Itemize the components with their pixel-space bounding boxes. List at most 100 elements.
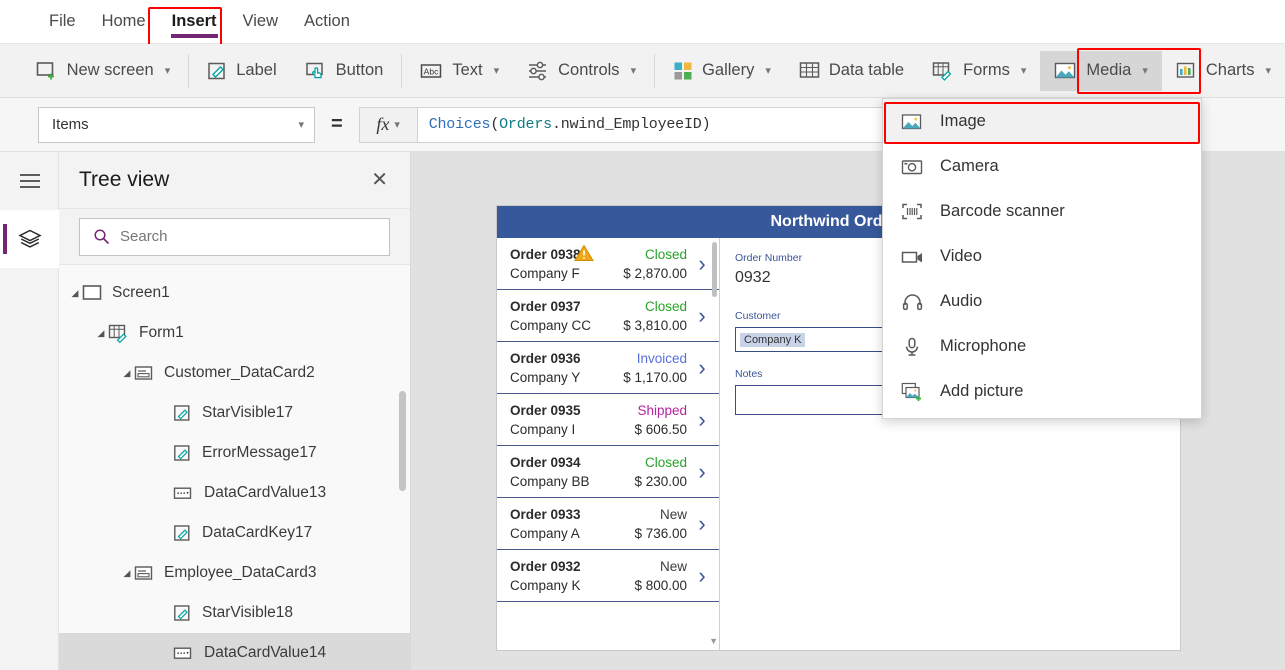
menu-option-microphone[interactable]: Microphone (883, 324, 1201, 369)
expand-collapse-icon[interactable]: ◢ (68, 288, 82, 299)
close-icon[interactable]: ✕ (371, 170, 388, 190)
company-name: Company F (510, 265, 580, 281)
dropdown-icon (173, 486, 195, 501)
menu-item-action[interactable]: Action (291, 0, 363, 44)
hamburger-menu-button[interactable] (0, 152, 59, 210)
chevron-right-icon[interactable]: › (691, 251, 713, 277)
order-amount: $ 606.50 (634, 421, 687, 437)
tree-item-starvisible18[interactable]: StarVisible18 (59, 593, 410, 633)
button-icon (305, 61, 327, 81)
search-input[interactable]: Search (79, 217, 390, 256)
menu-option-add-picture[interactable]: Add picture (883, 369, 1201, 414)
chevron-right-icon[interactable]: › (691, 563, 713, 589)
tree-view-header: Tree view ✕ (59, 152, 410, 209)
company-name: Company CC (510, 317, 592, 333)
menu-item-view[interactable]: View (230, 0, 291, 44)
gallery-row[interactable]: Order 0932 Company K New $ 800.00 › (497, 550, 719, 602)
chevron-right-icon[interactable]: › (691, 407, 713, 433)
expand-collapse-icon[interactable]: ◢ (94, 328, 108, 339)
menu-option-video[interactable]: Video (883, 234, 1201, 279)
tree-item-employee-datacard3[interactable]: ◢ Employee_DataCard3 (59, 553, 410, 593)
ribbon-gallery-button[interactable]: Gallery ▾ (659, 51, 785, 91)
orders-gallery[interactable]: Order 0938 Company F Closed $ 2,870.00 ›… (497, 238, 719, 650)
ribbon-separator (654, 53, 656, 88)
order-number: Order 0938 (510, 244, 594, 262)
media-image-icon (1054, 61, 1077, 80)
order-number: Order 0935 (510, 402, 581, 418)
order-number: Order 0933 (510, 506, 581, 522)
order-amount: $ 1,170.00 (623, 369, 687, 385)
form-divider (719, 238, 720, 650)
tree-item-datacardvalue14[interactable]: DataCardValue14 (59, 633, 410, 670)
tree-item-label: Screen1 (112, 284, 170, 301)
menu-option-camera[interactable]: Camera (883, 144, 1201, 189)
charts-bar-icon (1176, 61, 1197, 80)
menu-item-file[interactable]: File (36, 0, 89, 44)
tree-view-rail-button[interactable] (0, 210, 59, 268)
chevron-right-icon[interactable]: › (691, 511, 713, 537)
fx-expand-button[interactable]: fx ▾ (358, 106, 417, 143)
page-title: Tree view (79, 168, 170, 191)
menu-option-label: Camera (940, 157, 999, 175)
ribbon-button-button[interactable]: Button (291, 51, 398, 91)
gallery-row[interactable]: Order 0938 Company F Closed $ 2,870.00 › (497, 238, 719, 290)
chevron-down-icon: ▾ (298, 119, 304, 131)
tree-item-datacardkey17[interactable]: DataCardKey17 (59, 513, 410, 553)
menu-option-audio[interactable]: Audio (883, 279, 1201, 324)
status-badge: Shipped (637, 402, 687, 418)
tree-item-errormessage17[interactable]: ErrorMessage17 (59, 433, 410, 473)
order-number: Order 0932 (510, 558, 581, 574)
ribbon-forms-button[interactable]: Forms ▾ (918, 51, 1040, 91)
gallery-row[interactable]: Order 0937 Company CC Closed $ 3,810.00 … (497, 290, 719, 342)
formula-token-paren-close: ) (701, 116, 711, 133)
ribbon-controls-button[interactable]: Controls ▾ (513, 51, 650, 91)
image-icon (900, 113, 924, 131)
menu-item-insert[interactable]: Insert (159, 0, 230, 44)
chevron-down-icon: ▾ (1265, 65, 1271, 77)
screen-icon (82, 284, 103, 302)
property-selector-value: Items (52, 116, 89, 133)
menu-label: Home (101, 12, 146, 30)
menu-option-barcode-scanner[interactable]: Barcode scanner (883, 189, 1201, 234)
gallery-row[interactable]: Order 0935 Company I Shipped $ 606.50 › (497, 394, 719, 446)
tree-item-starvisible17[interactable]: StarVisible17 (59, 393, 410, 433)
expand-collapse-icon[interactable]: ◢ (120, 568, 134, 579)
ribbon-new-screen-button[interactable]: New screen ▾ (22, 51, 185, 91)
menu-option-image[interactable]: Image (883, 99, 1201, 144)
order-amount: $ 800.00 (634, 577, 687, 593)
order-number: Order 0936 (510, 350, 581, 366)
order-number: Order 0934 (510, 454, 581, 470)
ribbon-text-button[interactable]: Abc Text ▾ (406, 51, 513, 91)
tree-item-form1[interactable]: ◢ Form1 (59, 313, 410, 353)
chevron-down-icon: ▾ (630, 65, 637, 77)
ribbon-label: Label (236, 61, 277, 80)
property-selector[interactable]: Items ▾ (38, 106, 315, 143)
gallery-row[interactable]: Order 0934 Company BB Closed $ 230.00 › (497, 446, 719, 498)
order-amount: $ 230.00 (634, 473, 687, 489)
tree-item-label: Employee_DataCard3 (164, 564, 317, 581)
ribbon-charts-button[interactable]: Charts ▾ (1162, 51, 1285, 91)
label-icon (207, 61, 227, 81)
tree-item-screen1[interactable]: ◢ Screen1 (59, 273, 410, 313)
gallery-scrollbar[interactable] (712, 242, 717, 297)
tree-scrollbar[interactable] (399, 391, 406, 491)
tree-item-customer-datacard2[interactable]: ◢ Customer_DataCard2 (59, 353, 410, 393)
gallery-squares-icon (673, 61, 693, 81)
tree-item-datacardvalue13[interactable]: DataCardValue13 (59, 473, 410, 513)
order-number: Order 0937 (510, 298, 581, 314)
menu-item-home[interactable]: Home (89, 0, 159, 44)
tree-view-panel: Tree view ✕ Search ◢ Screen1 ◢ Form1 ◢ C… (59, 152, 411, 670)
gallery-row[interactable]: Order 0933 Company A New $ 736.00 › (497, 498, 719, 550)
chevron-right-icon[interactable]: › (691, 459, 713, 485)
ribbon-label-button[interactable]: Label (193, 51, 290, 91)
chevron-right-icon[interactable]: › (691, 303, 713, 329)
ribbon-media-button[interactable]: Media ▾ (1040, 50, 1162, 91)
tree-item-label: Form1 (139, 324, 184, 341)
gallery-row[interactable]: Order 0936 Company Y Invoiced $ 1,170.00… (497, 342, 719, 394)
chevron-right-icon[interactable]: › (691, 355, 713, 381)
scroll-down-icon[interactable]: ▼ (709, 636, 718, 646)
active-tab-underline (170, 33, 218, 38)
expand-collapse-icon[interactable]: ◢ (120, 368, 134, 379)
tree-item-label: StarVisible18 (202, 604, 294, 621)
ribbon-data-table-button[interactable]: Data table (785, 51, 918, 91)
